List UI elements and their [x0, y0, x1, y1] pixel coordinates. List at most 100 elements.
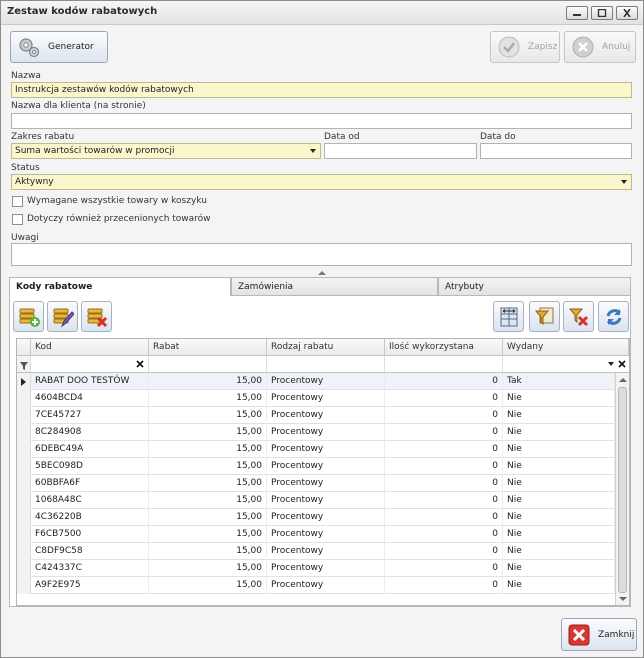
table-cell[interactable]: 0 [385, 441, 503, 458]
row-indicator[interactable] [17, 475, 31, 492]
filter-button[interactable] [529, 301, 560, 332]
table-cell[interactable]: Nie [503, 543, 615, 560]
table-row[interactable]: 8C284908 15,00 Procentowy 0 Nie [17, 424, 615, 441]
table-cell[interactable]: Nie [503, 492, 615, 509]
table-cell[interactable]: Nie [503, 407, 615, 424]
clear-filter-button[interactable] [563, 301, 594, 332]
row-indicator[interactable] [17, 458, 31, 475]
table-cell[interactable]: 15,00 [149, 543, 267, 560]
table-cell[interactable]: 0 [385, 475, 503, 492]
table-cell[interactable]: 15,00 [149, 475, 267, 492]
status-dropdown[interactable]: Aktywny [11, 174, 632, 190]
notes-field[interactable] [11, 243, 632, 266]
table-cell[interactable]: Procentowy [267, 526, 385, 543]
filter-used-count-input[interactable] [385, 356, 503, 372]
table-cell[interactable]: 8C284908 [31, 424, 149, 441]
row-indicator[interactable] [17, 543, 31, 560]
table-cell[interactable]: Procentowy [267, 543, 385, 560]
table-cell[interactable]: Procentowy [267, 390, 385, 407]
table-cell[interactable]: Procentowy [267, 492, 385, 509]
table-cell[interactable]: 0 [385, 458, 503, 475]
row-indicator[interactable] [17, 424, 31, 441]
table-cell[interactable]: Procentowy [267, 560, 385, 577]
table-cell[interactable]: RABAT DOO TESTÓW [31, 373, 149, 390]
tab-discount-codes[interactable]: Kody rabatowe [9, 277, 231, 296]
save-button[interactable]: Zapisz [490, 31, 560, 63]
table-cell[interactable]: 0 [385, 492, 503, 509]
table-cell[interactable]: 1068A48C [31, 492, 149, 509]
row-indicator[interactable] [17, 509, 31, 526]
table-cell[interactable]: 15,00 [149, 424, 267, 441]
refresh-button[interactable] [598, 301, 629, 332]
close-window-button[interactable] [616, 6, 638, 20]
table-cell[interactable]: 0 [385, 526, 503, 543]
table-cell[interactable]: Procentowy [267, 373, 385, 390]
table-cell[interactable]: Procentowy [267, 509, 385, 526]
table-row[interactable]: 5BEC098D 15,00 Procentowy 0 Nie [17, 458, 615, 475]
table-cell[interactable]: Nie [503, 509, 615, 526]
row-indicator[interactable] [17, 560, 31, 577]
column-header-used-count[interactable]: Ilość wykorzystana [385, 339, 503, 356]
add-code-button[interactable] [13, 301, 44, 332]
table-cell[interactable]: Nie [503, 577, 615, 594]
filter-issued-dropdown[interactable] [503, 356, 629, 372]
row-indicator[interactable] [17, 373, 31, 390]
column-header-issued[interactable]: Wydany [503, 339, 629, 356]
table-cell[interactable]: Procentowy [267, 424, 385, 441]
table-row[interactable]: 60BBFA6F 15,00 Procentowy 0 Nie [17, 475, 615, 492]
row-indicator[interactable] [17, 492, 31, 509]
scope-dropdown[interactable]: Suma wartości towarów w promocji [11, 143, 321, 159]
filter-discount-input[interactable] [149, 356, 267, 372]
splitter-up-icon[interactable] [318, 270, 326, 275]
table-row[interactable]: RABAT DOO TESTÓW 15,00 Procentowy 0 Tak [17, 373, 615, 390]
table-row[interactable]: 4C36220B 15,00 Procentowy 0 Nie [17, 509, 615, 526]
vertical-scrollbar[interactable] [615, 373, 629, 605]
minimize-button[interactable] [566, 6, 588, 20]
table-cell[interactable]: 4C36220B [31, 509, 149, 526]
table-cell[interactable]: F6CB7500 [31, 526, 149, 543]
table-cell[interactable]: Nie [503, 458, 615, 475]
row-indicator[interactable] [17, 390, 31, 407]
table-cell[interactable]: 15,00 [149, 577, 267, 594]
scroll-thumb[interactable] [618, 387, 627, 593]
table-cell[interactable]: 0 [385, 424, 503, 441]
row-indicator[interactable] [17, 577, 31, 594]
table-cell[interactable]: 15,00 [149, 509, 267, 526]
table-cell[interactable]: Tak [503, 373, 615, 390]
row-indicator[interactable] [17, 526, 31, 543]
table-cell[interactable]: Nie [503, 560, 615, 577]
table-cell[interactable]: Nie [503, 424, 615, 441]
table-cell[interactable]: 15,00 [149, 560, 267, 577]
client-name-field[interactable] [11, 113, 632, 129]
table-row[interactable]: 6DEBC49A 15,00 Procentowy 0 Nie [17, 441, 615, 458]
table-cell[interactable]: 0 [385, 509, 503, 526]
table-cell[interactable]: Procentowy [267, 441, 385, 458]
maximize-button[interactable] [591, 6, 613, 20]
table-cell[interactable]: Procentowy [267, 407, 385, 424]
all-items-checkbox[interactable] [12, 196, 23, 207]
delete-code-button[interactable] [81, 301, 112, 332]
table-cell[interactable]: Nie [503, 390, 615, 407]
table-cell[interactable]: 0 [385, 577, 503, 594]
table-row[interactable]: 4604BCD4 15,00 Procentowy 0 Nie [17, 390, 615, 407]
table-cell[interactable]: 15,00 [149, 407, 267, 424]
clear-icon[interactable] [618, 360, 626, 368]
table-cell[interactable]: Nie [503, 526, 615, 543]
row-indicator[interactable] [17, 441, 31, 458]
filter-code-input[interactable] [31, 356, 149, 372]
table-cell[interactable]: 6DEBC49A [31, 441, 149, 458]
table-cell[interactable]: Nie [503, 475, 615, 492]
row-indicator[interactable] [17, 407, 31, 424]
table-row[interactable]: 1068A48C 15,00 Procentowy 0 Nie [17, 492, 615, 509]
scroll-up-icon[interactable] [619, 377, 627, 382]
table-cell[interactable]: C424337C [31, 560, 149, 577]
column-width-button[interactable] [493, 301, 524, 332]
clear-icon[interactable] [136, 360, 144, 368]
table-row[interactable]: 7CE45727 15,00 Procentowy 0 Nie [17, 407, 615, 424]
column-header-code[interactable]: Kod [31, 339, 149, 356]
table-cell[interactable]: 15,00 [149, 390, 267, 407]
table-cell[interactable]: A9F2E975 [31, 577, 149, 594]
table-cell[interactable]: 0 [385, 407, 503, 424]
table-cell[interactable]: 0 [385, 543, 503, 560]
table-cell[interactable]: 60BBFA6F [31, 475, 149, 492]
